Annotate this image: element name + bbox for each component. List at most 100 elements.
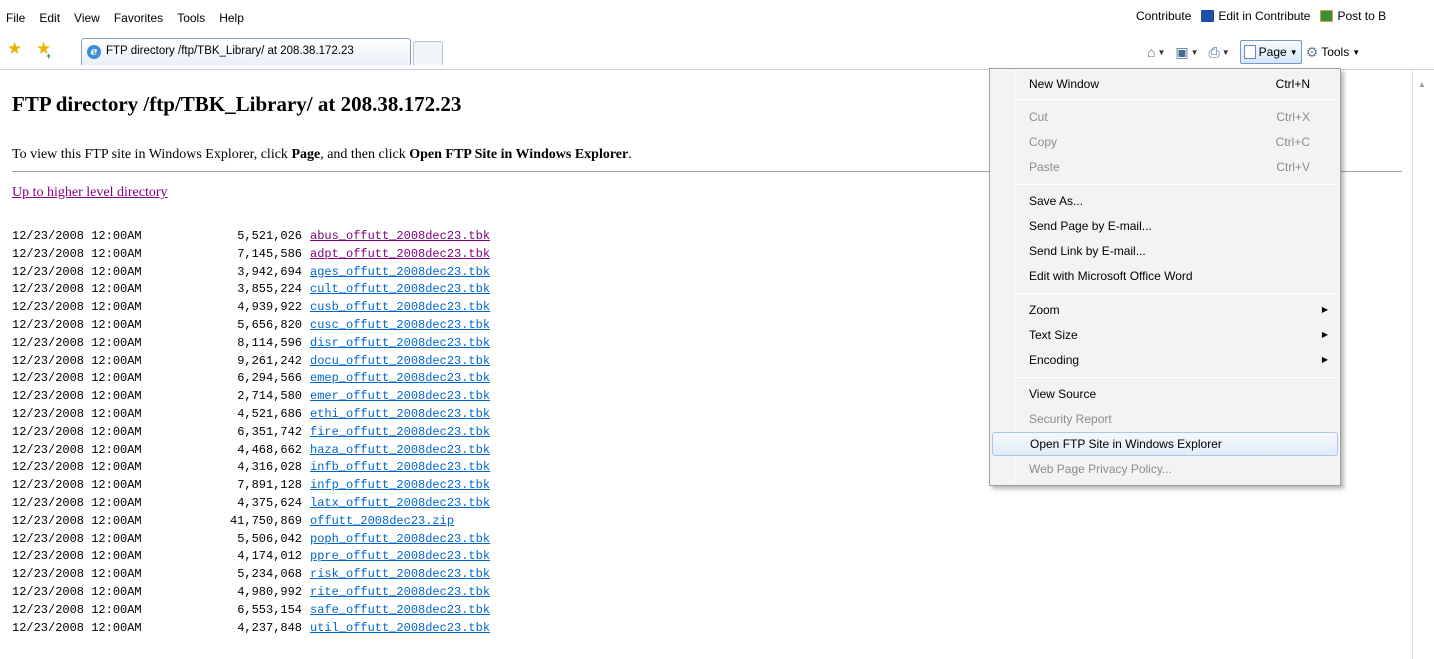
add-favorites-icon[interactable]: ★ + xyxy=(36,40,51,61)
table-row: 12/23/2008 12:00AM 2,714,580 emer_offutt_2… xyxy=(12,388,490,406)
file-link[interactable]: emep_offutt_2008dec23.tbk xyxy=(310,370,490,388)
file-link[interactable]: risk_offutt_2008dec23.tbk xyxy=(310,566,490,584)
file-link[interactable]: disr_offutt_2008dec23.tbk xyxy=(310,335,490,353)
file-link[interactable]: util_offutt_2008dec23.tbk xyxy=(310,620,490,638)
print-dropdown-icon[interactable]: ▼ xyxy=(1222,48,1230,57)
file-date: 12/23/2008 12:00AM xyxy=(12,406,142,421)
menu-items: File Edit View Favorites Tools Help xyxy=(6,11,258,25)
file-link[interactable]: safe_offutt_2008dec23.tbk xyxy=(310,602,490,620)
table-row: 12/23/2008 12:00AM 4,939,922 cusb_offutt_2… xyxy=(12,299,490,317)
menu-edit[interactable]: Edit xyxy=(39,11,60,25)
file-date: 12/23/2008 12:00AM xyxy=(12,371,142,386)
table-row: 12/23/2008 12:00AM 5,521,026 abus_offutt_2… xyxy=(12,228,490,246)
home-icon[interactable]: ⌂ xyxy=(1147,44,1155,60)
home-dropdown-icon[interactable]: ▼ xyxy=(1157,48,1165,57)
file-link[interactable]: cult_offutt_2008dec23.tbk xyxy=(310,281,490,299)
new-tab-button[interactable] xyxy=(413,41,443,65)
page-menu-button[interactable]: Page ▼ xyxy=(1239,40,1302,64)
scroll-up-arrow-icon[interactable]: ▲ xyxy=(1418,80,1426,89)
menu-tools[interactable]: Tools xyxy=(177,11,205,25)
file-link[interactable]: cusc_offutt_2008dec23.tbk xyxy=(310,317,490,335)
menu-item-paste: Paste Ctrl+V xyxy=(1029,160,1310,174)
menu-item-send-link[interactable]: Send Link by E-mail... xyxy=(992,239,1338,263)
table-row: 12/23/2008 12:00AM 4,468,662 haza_offutt_2… xyxy=(12,442,490,460)
file-link[interactable]: offutt_2008dec23.zip xyxy=(310,513,454,531)
command-bar: ⌂ ▼ ▣ ▼ ⎙ ▼ Page ▼ ⚙ Tools ▼ xyxy=(1147,40,1360,64)
file-size: 4,468,662 xyxy=(237,442,302,457)
contribute-button[interactable]: Contribute xyxy=(1136,9,1191,23)
file-date: 12/23/2008 12:00AM xyxy=(12,246,142,261)
file-date: 12/23/2008 12:00AM xyxy=(12,282,142,297)
file-link[interactable]: infb_offutt_2008dec23.tbk xyxy=(310,459,490,477)
file-date: 12/23/2008 12:00AM xyxy=(12,353,142,368)
file-date: 12/23/2008 12:00AM xyxy=(12,264,142,279)
file-link[interactable]: ethi_offutt_2008dec23.tbk xyxy=(310,406,490,424)
table-row: 12/23/2008 12:00AM 4,174,012 ppre_offutt_2… xyxy=(12,548,490,566)
file-listing: 12/23/2008 12:00AM 5,521,026 abus_offutt_2… xyxy=(12,228,490,637)
blog-icon xyxy=(1320,10,1334,22)
table-row: 12/23/2008 12:00AM 6,294,566 emep_offutt_2… xyxy=(12,370,490,388)
menu-item-view-source[interactable]: View Source xyxy=(992,382,1338,406)
menu-item-send-page[interactable]: Send Page by E-mail... xyxy=(992,214,1338,238)
menu-separator xyxy=(1016,377,1338,378)
table-row: 12/23/2008 12:00AM 8,114,596 disr_offutt_2… xyxy=(12,335,490,353)
page-dropdown-icon: ▼ xyxy=(1289,47,1298,57)
menu-view[interactable]: View xyxy=(74,11,100,25)
file-size: 5,521,026 xyxy=(237,229,302,243)
edit-in-contribute-button[interactable]: Edit in Contribute xyxy=(1201,9,1310,23)
menu-item-zoom[interactable]: Zoom ▶ xyxy=(992,298,1338,322)
file-link[interactable]: infp_offutt_2008dec23.tbk xyxy=(310,477,490,495)
file-link[interactable]: poph_offutt_2008dec23.tbk xyxy=(310,531,490,549)
file-size: 6,553,154 xyxy=(237,602,302,617)
submenu-arrow-icon: ▶ xyxy=(1321,330,1328,339)
submenu-arrow-icon: ▶ xyxy=(1321,355,1328,364)
file-link[interactable]: latx_offutt_2008dec23.tbk xyxy=(310,495,490,513)
file-size: 9,261,242 xyxy=(237,353,302,368)
post-to-blog-button[interactable]: Post to B xyxy=(1320,9,1386,23)
up-directory-link[interactable]: Up to higher level directory xyxy=(12,185,168,201)
tools-menu-button[interactable]: ⚙ Tools ▼ xyxy=(1306,44,1361,61)
file-size: 5,506,042 xyxy=(237,531,302,546)
page-button-label: Page xyxy=(1258,45,1287,59)
file-link[interactable]: haza_offutt_2008dec23.tbk xyxy=(310,442,490,460)
menu-help[interactable]: Help xyxy=(219,11,244,25)
table-row: 12/23/2008 12:00AM 4,375,624 latx_offutt_2… xyxy=(12,495,490,513)
vertical-scrollbar[interactable]: ▲ xyxy=(1412,70,1434,659)
file-size: 8,114,596 xyxy=(237,335,302,350)
table-row: 12/23/2008 12:00AM 7,891,128 infp_offutt_2… xyxy=(12,477,490,495)
file-size: 4,237,848 xyxy=(237,620,302,635)
menu-item-new-window[interactable]: New Window Ctrl+N xyxy=(992,72,1338,96)
menu-item-edit-word[interactable]: Edit with Microsoft Office Word xyxy=(992,264,1338,288)
file-size: 4,980,992 xyxy=(237,584,302,599)
table-row: 12/23/2008 12:00AM 41,750,869 offutt_2008d… xyxy=(12,513,490,531)
file-link[interactable]: ages_offutt_2008dec23.tbk xyxy=(310,264,490,282)
file-link[interactable]: abus_offutt_2008dec23.tbk xyxy=(310,228,490,246)
file-link[interactable]: adpt_offutt_2008dec23.tbk xyxy=(310,246,490,264)
file-date: 12/23/2008 12:00AM xyxy=(12,531,142,546)
file-link[interactable]: cusb_offutt_2008dec23.tbk xyxy=(310,299,490,317)
tab-ftp-directory[interactable]: e FTP directory /ftp/TBK_Library/ at 208… xyxy=(81,38,411,65)
menu-file[interactable]: File xyxy=(6,11,25,25)
menu-favorites[interactable]: Favorites xyxy=(114,11,163,25)
table-row: 12/23/2008 12:00AM 3,942,694 ages_offutt_2… xyxy=(12,264,490,282)
file-link[interactable]: docu_offutt_2008dec23.tbk xyxy=(310,353,490,371)
favorites-star-icon[interactable]: ★ xyxy=(7,40,22,57)
menu-separator xyxy=(1016,99,1338,100)
table-row: 12/23/2008 12:00AM 6,553,154 safe_offutt_2… xyxy=(12,602,490,620)
file-link[interactable]: rite_offutt_2008dec23.tbk xyxy=(310,584,490,602)
file-link[interactable]: ppre_offutt_2008dec23.tbk xyxy=(310,548,490,566)
tab-bar: ★ ★ + e FTP directory /ftp/TBK_Library/ a… xyxy=(0,36,1434,70)
file-link[interactable]: fire_offutt_2008dec23.tbk xyxy=(310,424,490,442)
menu-item-open-ftp[interactable]: Open FTP Site in Windows Explorer xyxy=(992,432,1338,456)
menu-item-text-size[interactable]: Text Size ▶ xyxy=(992,323,1338,347)
file-date: 12/23/2008 12:00AM xyxy=(12,460,142,475)
menu-item-save-as[interactable]: Save As... xyxy=(992,189,1338,213)
feeds-icon[interactable]: ▣ xyxy=(1175,44,1188,61)
feeds-dropdown-icon[interactable]: ▼ xyxy=(1191,48,1199,57)
file-size: 7,145,586 xyxy=(237,246,302,261)
file-date: 12/23/2008 12:00AM xyxy=(12,478,142,493)
print-icon[interactable]: ⎙ xyxy=(1209,44,1220,61)
menu-item-encoding[interactable]: Encoding ▶ xyxy=(992,348,1338,372)
file-size: 2,714,580 xyxy=(237,389,302,404)
file-link[interactable]: emer_offutt_2008dec23.tbk xyxy=(310,388,490,406)
